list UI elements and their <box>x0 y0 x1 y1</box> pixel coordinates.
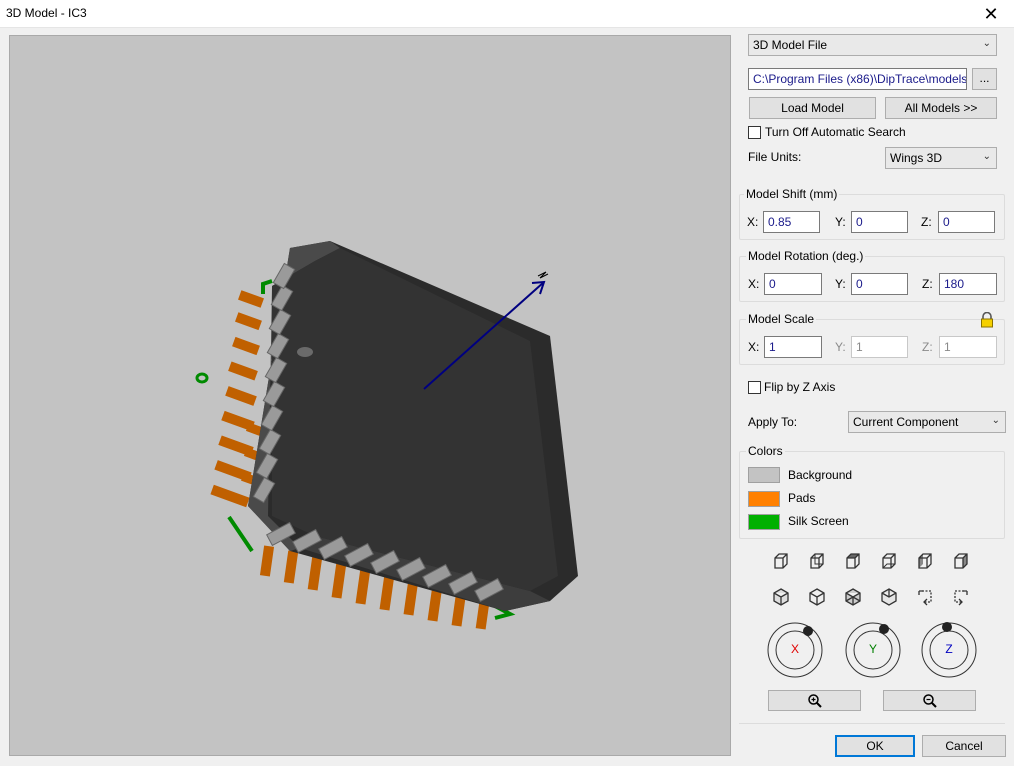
file-units-label: File Units: <box>748 150 802 164</box>
rotate-y-dial[interactable]: Y <box>844 621 902 679</box>
scale-y-label: Y: <box>835 340 846 354</box>
zoom-in-icon <box>807 694 822 708</box>
lock-icon[interactable] <box>980 311 994 328</box>
chevron-down-icon: ⌄ <box>982 151 991 162</box>
rot-y-input[interactable]: 0 <box>851 273 908 295</box>
rot-z-label: Z: <box>922 277 933 291</box>
model-source-select[interactable]: 3D Model File ⌄ <box>748 34 997 56</box>
scale-z-label: Z: <box>922 340 933 354</box>
rotate-y-label: Y <box>868 642 877 656</box>
view-top-icon[interactable] <box>842 550 864 572</box>
shift-x-input[interactable]: 0.85 <box>763 211 820 233</box>
auto-search-checkbox[interactable] <box>748 126 761 139</box>
rot-z-input[interactable]: 180 <box>939 273 997 295</box>
footer-separator <box>739 723 1005 724</box>
view-iso-4-icon[interactable] <box>878 586 900 608</box>
scale-z-input: 1 <box>939 336 997 358</box>
z-axis-label <box>537 271 549 279</box>
shift-x-label: X: <box>747 215 759 229</box>
view-front-icon[interactable] <box>770 550 792 572</box>
rotate-left-icon[interactable] <box>914 586 936 608</box>
view-bottom-icon[interactable] <box>878 550 900 572</box>
view-iso-3-icon[interactable] <box>842 586 864 608</box>
model-scale-title: Model Scale <box>746 312 817 326</box>
rotate-z-label: Z <box>945 642 953 656</box>
colors-title: Colors <box>746 444 785 458</box>
window-title: 3D Model - IC3 <box>6 6 87 20</box>
background-color-swatch[interactable] <box>748 467 780 483</box>
view-iso-1-icon[interactable] <box>770 586 792 608</box>
background-color-label: Background <box>788 468 853 482</box>
3d-viewport[interactable] <box>9 35 731 756</box>
view-left-icon[interactable] <box>914 550 936 572</box>
rotate-z-dial[interactable]: Z <box>920 621 978 679</box>
apply-to-select[interactable]: Current Component ⌄ <box>848 411 1006 433</box>
apply-to-value: Current Component <box>853 415 959 429</box>
chevron-down-icon: ⌄ <box>982 38 991 49</box>
close-button[interactable]: ✕ <box>968 0 1014 28</box>
view-iso-2-icon[interactable] <box>806 586 828 608</box>
pads-color-swatch[interactable] <box>748 491 780 507</box>
view-right-icon[interactable] <box>950 550 972 572</box>
ok-button[interactable]: OK <box>835 735 915 757</box>
zoom-in-button[interactable] <box>768 690 861 711</box>
chevron-down-icon: ⌄ <box>991 415 1000 426</box>
shift-y-input[interactable]: 0 <box>851 211 908 233</box>
auto-search-label: Turn Off Automatic Search <box>765 125 906 139</box>
rot-x-input[interactable]: 0 <box>764 273 822 295</box>
scale-y-input: 1 <box>851 336 908 358</box>
model-source-value: 3D Model File <box>753 38 828 52</box>
flip-z-label: Flip by Z Axis <box>764 380 836 394</box>
3d-model-render <box>195 241 578 630</box>
file-units-select[interactable]: Wings 3D ⌄ <box>885 147 997 169</box>
model-shift-title: Model Shift (mm) <box>744 187 840 201</box>
scale-x-label: X: <box>748 340 760 354</box>
zoom-out-button[interactable] <box>883 690 976 711</box>
shift-z-label: Z: <box>921 215 932 229</box>
browse-button[interactable]: ... <box>972 68 997 90</box>
all-models-button[interactable]: All Models >> <box>885 97 997 119</box>
apply-to-label: Apply To: <box>748 415 798 429</box>
rotate-x-label: X <box>790 642 799 656</box>
shift-z-input[interactable]: 0 <box>938 211 995 233</box>
pads-color-label: Pads <box>788 491 816 505</box>
rot-x-label: X: <box>748 277 760 291</box>
silk-screen-color-label: Silk Screen <box>788 514 849 528</box>
silk-screen-color-swatch[interactable] <box>748 514 780 530</box>
shift-y-label: Y: <box>835 215 846 229</box>
load-model-button[interactable]: Load Model <box>749 97 876 119</box>
model-rotation-title: Model Rotation (deg.) <box>746 249 866 263</box>
file-units-value: Wings 3D <box>890 151 943 165</box>
title-bar: 3D Model - IC3 ✕ <box>0 0 1014 28</box>
rotate-right-icon[interactable] <box>950 586 972 608</box>
zoom-out-icon <box>922 694 937 708</box>
rot-y-label: Y: <box>835 277 846 291</box>
flip-z-checkbox[interactable] <box>748 381 761 394</box>
model-path-input[interactable]: C:\Program Files (x86)\DipTrace\models <box>748 68 967 90</box>
scale-x-input[interactable]: 1 <box>764 336 822 358</box>
cancel-button[interactable]: Cancel <box>922 735 1006 757</box>
rotate-x-dial[interactable]: X <box>766 621 824 679</box>
view-back-icon[interactable] <box>806 550 828 572</box>
